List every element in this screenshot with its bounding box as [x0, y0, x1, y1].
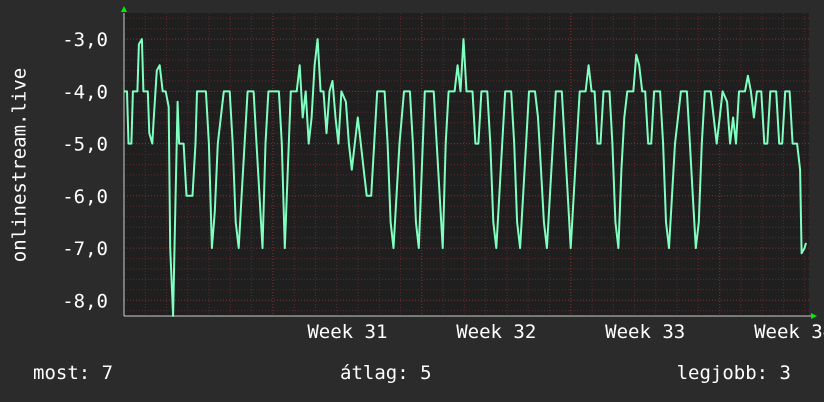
stat-best-label: legjobb: — [676, 362, 769, 384]
x-tick-label: Week 31 — [307, 321, 387, 343]
y-tick-label: -4,0 — [62, 81, 108, 103]
stat-average-value: 5 — [420, 362, 432, 384]
y-tick-label: -5,0 — [62, 134, 108, 156]
y-tick-label: -7,0 — [62, 238, 108, 260]
y-axis-label: onlinestream.live — [9, 68, 31, 262]
y-tick-labels: -3,0 -4,0 -5,0 -6,0 -7,0 -8,0 — [62, 29, 108, 312]
stat-best-value: 3 — [779, 362, 791, 384]
x-tick-label: Week 34 — [754, 321, 824, 343]
y-tick-label: -8,0 — [62, 290, 108, 312]
footer-stats: most: 7 átlag: 5 legjobb: 3 — [0, 362, 824, 388]
stat-average: átlag: 5 — [340, 362, 432, 384]
x-tick-label: Week 33 — [605, 321, 685, 343]
chart: -3,0-4,0-5,0-6,0-7,0-8,0 Week 31 Week 32 W… — [9, 6, 824, 343]
stat-best: legjobb: 3 — [677, 362, 791, 384]
y-axis-arrow — [121, 6, 127, 12]
stat-current-label: most: — [33, 362, 91, 384]
x-axis-arrow — [811, 313, 817, 319]
stat-current: most: 7 — [33, 362, 113, 384]
x-tick-labels: Week 31 Week 32 Week 33 Week 34 — [307, 321, 824, 343]
stat-average-label: átlag: — [340, 362, 409, 384]
y-tick-label: -6,0 — [62, 186, 108, 208]
stat-current-value: 7 — [101, 362, 114, 384]
y-tick-label: -3,0 — [62, 29, 108, 51]
x-tick-label: Week 32 — [456, 321, 536, 343]
